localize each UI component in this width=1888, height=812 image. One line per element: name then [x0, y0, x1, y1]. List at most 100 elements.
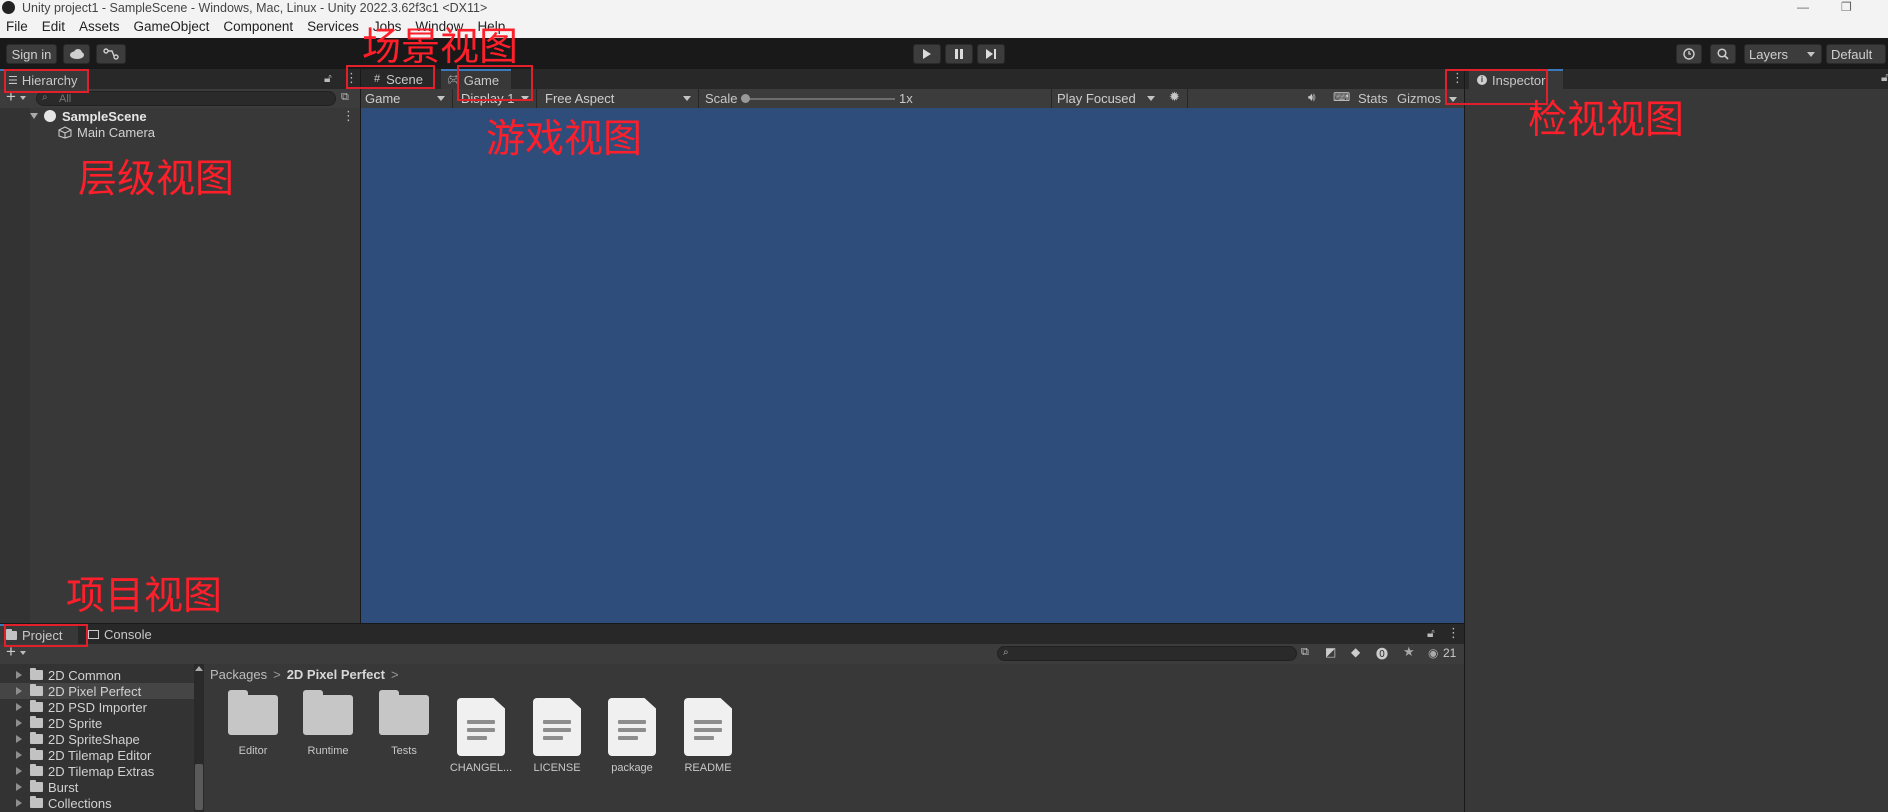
window-title-bar: Unity project1 - SampleScene - Windows, … — [0, 0, 1888, 15]
scale-slider-handle[interactable] — [741, 94, 750, 103]
gizmos-button[interactable]: Gizmos — [1397, 91, 1441, 106]
more-options-icon[interactable]: ⋮ — [1447, 625, 1460, 641]
more-options-icon[interactable]: ⋮ — [342, 108, 355, 124]
layers-dropdown[interactable]: Layers — [1744, 44, 1822, 64]
list-item[interactable]: 2D Sprite — [16, 715, 102, 731]
scale-slider[interactable] — [743, 98, 895, 100]
asset-item[interactable]: LICENSE — [522, 698, 592, 774]
annotation-inspector-view: 检视视图 — [1528, 98, 1685, 143]
maximize-button[interactable]: ❐ — [1841, 0, 1852, 14]
lock-icon[interactable]: 🔓︎ — [1881, 70, 1888, 85]
step-button[interactable] — [977, 44, 1005, 64]
menu-component[interactable]: Component — [216, 19, 300, 34]
search-button[interactable] — [1710, 44, 1736, 64]
asset-item[interactable]: package — [597, 698, 667, 774]
list-item[interactable]: Burst — [16, 779, 78, 795]
history-icon — [1683, 48, 1695, 60]
folder-icon — [30, 668, 43, 680]
list-item[interactable]: 2D PSD Importer — [16, 699, 147, 715]
asset-item[interactable]: Tests — [369, 690, 439, 757]
asset-label: Editor — [238, 745, 268, 757]
collab-button[interactable] — [96, 44, 126, 64]
sign-in-button[interactable]: Sign in — [6, 44, 57, 64]
game-view-canvas[interactable] — [361, 108, 1464, 623]
asset-label: LICENSE — [533, 762, 581, 774]
keyboard-icon[interactable]: ⌨ — [1333, 90, 1350, 104]
favorite-star-icon[interactable]: ★ — [1403, 644, 1415, 660]
tree-row-main-camera[interactable]: Main Camera — [58, 124, 155, 140]
lock-icon[interactable]: 🔓︎ — [1427, 626, 1435, 641]
breadcrumb: Packages > 2D Pixel Perfect > — [206, 664, 1464, 684]
chevron-down-icon[interactable] — [20, 651, 26, 655]
expand-arrow-icon[interactable] — [16, 687, 22, 695]
main-toolbar: Sign in Layers Default — [0, 38, 1888, 69]
lock-icon[interactable]: 🔓︎ — [324, 71, 332, 86]
aspect-dropdown[interactable]: Free Aspect — [541, 89, 697, 108]
tree-row-scene[interactable]: SampleScene ⋮ — [30, 108, 355, 124]
project-search-input[interactable]: ⌕ — [997, 646, 1297, 661]
chevron-down-icon[interactable] — [20, 96, 26, 100]
pause-button[interactable] — [945, 44, 973, 64]
stats-button[interactable]: Stats — [1358, 91, 1388, 106]
unity-scene-icon — [44, 110, 56, 122]
expand-arrow-icon[interactable] — [16, 735, 22, 743]
expand-arrow-icon[interactable] — [30, 113, 38, 119]
minimize-button[interactable]: — — [1797, 0, 1809, 14]
list-item[interactable]: Collections — [16, 795, 112, 811]
eye-icon[interactable]: ◉ — [1428, 646, 1438, 660]
label-filter-icon[interactable]: ◆ — [1351, 645, 1360, 659]
list-item[interactable]: 2D Tilemap Editor — [16, 747, 151, 763]
asset-item[interactable]: Editor — [218, 690, 288, 757]
tab-console[interactable]: Console — [84, 624, 162, 644]
folder-icon — [30, 780, 43, 792]
layout-dropdown[interactable]: Default — [1826, 44, 1886, 64]
hierarchy-search-input[interactable]: ⌕ All — [36, 91, 336, 106]
window-title: Unity project1 - SampleScene - Windows, … — [22, 0, 488, 15]
play-focus-dropdown[interactable]: Play Focused — [1053, 89, 1161, 108]
menu-services[interactable]: Services — [300, 19, 366, 34]
expand-arrow-icon[interactable] — [16, 703, 22, 711]
audio-mute-icon[interactable]: 🔊︎ — [1308, 90, 1316, 105]
search-filter-icon[interactable]: ⧉ — [1301, 646, 1309, 659]
expand-arrow-icon[interactable] — [16, 767, 22, 775]
tree-scrollbar[interactable] — [194, 664, 204, 812]
expand-arrow-icon[interactable] — [16, 671, 22, 679]
folder-label: 2D Pixel Perfect — [48, 683, 142, 699]
list-item[interactable]: 2D Common — [16, 667, 121, 683]
breadcrumb-item[interactable]: 2D Pixel Perfect — [287, 667, 385, 682]
list-item[interactable]: 2D SpriteShape — [16, 731, 140, 747]
search-icon: ⌕ — [1003, 647, 1009, 658]
highlight-box-project — [4, 624, 88, 647]
asset-item[interactable]: README — [673, 698, 743, 774]
expand-arrow-icon[interactable] — [16, 799, 22, 807]
asset-item[interactable]: CHANGEL... — [446, 698, 516, 774]
bug-icon[interactable]: ✹ — [1169, 89, 1180, 105]
list-item[interactable]: 2D Tilemap Extras — [16, 763, 154, 779]
asset-item[interactable]: Runtime — [293, 690, 363, 757]
search-icon — [1717, 48, 1729, 60]
asset-label: CHANGEL... — [449, 762, 513, 774]
expand-arrow-icon[interactable] — [16, 783, 22, 791]
play-button[interactable] — [913, 44, 941, 64]
divider — [536, 89, 537, 108]
undo-history-button[interactable] — [1676, 44, 1702, 64]
asset-label: Runtime — [307, 745, 349, 757]
expand-arrow-icon[interactable] — [16, 719, 22, 727]
scene-filter-icon[interactable]: ⧉ — [341, 91, 349, 104]
divider — [1051, 89, 1052, 108]
breadcrumb-item[interactable]: Packages — [210, 667, 267, 682]
menu-assets[interactable]: Assets — [72, 19, 127, 34]
expand-arrow-icon[interactable] — [16, 751, 22, 759]
cloud-button[interactable] — [63, 44, 90, 64]
menu-edit[interactable]: Edit — [35, 19, 72, 34]
warning-filter-icon[interactable]: ⓿ — [1376, 645, 1388, 662]
menu-file[interactable]: File — [0, 19, 35, 34]
text-file-icon — [533, 698, 581, 756]
scrollbar-thumb[interactable] — [195, 764, 203, 810]
menu-gameobject[interactable]: GameObject — [127, 19, 217, 34]
scroll-up-arrow-icon[interactable] — [195, 666, 203, 671]
type-filter-icon[interactable]: ◩ — [1325, 645, 1336, 659]
folder-label: Burst — [48, 779, 79, 795]
list-item[interactable]: 2D Pixel Perfect — [0, 683, 194, 699]
game-mode-dropdown[interactable]: Game — [361, 89, 451, 108]
